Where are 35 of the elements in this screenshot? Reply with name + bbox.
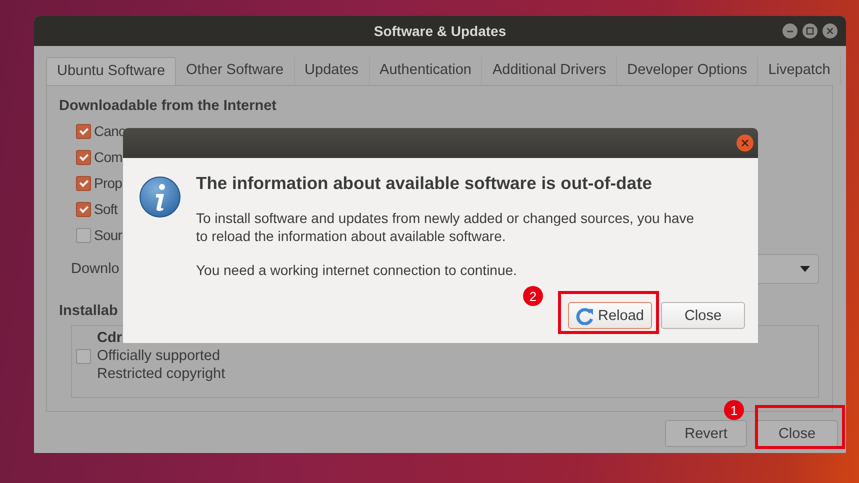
button[interactable]: Revert — [665, 420, 747, 447]
source-title: Cdr — [97, 329, 123, 347]
message-text: You need a working internet connection to continue. — [196, 261, 518, 279]
option-label: Canc — [94, 123, 126, 139]
option-label: Com — [94, 149, 122, 165]
close-icon[interactable] — [736, 134, 754, 152]
section-heading: Installab — [59, 303, 118, 320]
button[interactable]: Reload — [568, 302, 652, 329]
info-icon — [139, 176, 181, 218]
checkbox[interactable] — [76, 150, 91, 164]
source-detail: Restricted copyright — [97, 365, 226, 383]
message-text: To install software and updates from newly added or changed sources, you have to reload the information about available software. — [196, 209, 696, 245]
option-label: Soft — [94, 201, 118, 217]
step-badge: 2 — [523, 286, 543, 306]
caret-icon — [800, 266, 810, 272]
checkbox[interactable] — [76, 202, 91, 216]
checkbox[interactable] — [76, 228, 91, 242]
dialog-heading: The information about available software is out-of-date — [196, 173, 654, 193]
button[interactable]: Close — [661, 302, 745, 329]
option-label: Prop — [94, 175, 122, 191]
close-icon[interactable] — [822, 23, 838, 39]
section-heading: Downloadable from the Internet — [59, 98, 277, 115]
minimize-icon[interactable] — [782, 23, 798, 39]
source-detail: Officially supported — [97, 347, 222, 365]
option-label: Sour — [94, 227, 122, 243]
refresh-icon — [576, 306, 594, 324]
checkbox[interactable] — [76, 176, 91, 190]
maximize-icon[interactable] — [802, 23, 818, 39]
button[interactable]: Close — [756, 420, 838, 447]
window-title: Software & Updates — [374, 23, 506, 39]
checkbox[interactable] — [76, 348, 91, 364]
field-label: Downlo — [71, 261, 120, 277]
checkbox[interactable] — [76, 124, 91, 138]
step-badge: 1 — [724, 400, 744, 420]
tab[interactable]: Ubuntu Software — [46, 57, 176, 85]
